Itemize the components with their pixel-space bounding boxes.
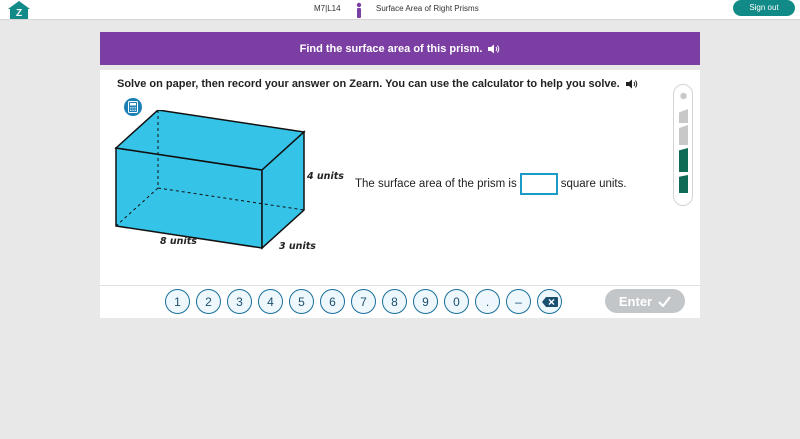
key-0[interactable]: 0 — [444, 289, 469, 314]
speaker-icon[interactable] — [488, 44, 500, 54]
key-decimal[interactable]: . — [475, 289, 500, 314]
enter-label: Enter — [618, 293, 653, 309]
key-9[interactable]: 9 — [413, 289, 438, 314]
sign-out-button[interactable]: Sign out — [733, 0, 795, 16]
number-keypad: 1 2 3 4 5 6 7 8 9 0 . – — [165, 289, 562, 314]
key-3[interactable]: 3 — [227, 289, 252, 314]
meter-segment-empty — [679, 109, 688, 123]
speaker-icon[interactable] — [625, 79, 638, 89]
student-icon — [356, 2, 362, 18]
svg-text:Z: Z — [16, 8, 22, 19]
enter-button[interactable]: Enter — [605, 289, 685, 313]
divider — [100, 285, 700, 286]
depth-label: 3 units — [279, 241, 316, 252]
meter-segment-empty — [679, 125, 688, 145]
backspace-icon — [541, 296, 558, 307]
length-label: 8 units — [160, 236, 197, 247]
key-1[interactable]: 1 — [165, 289, 190, 314]
question-suffix: square units. — [560, 178, 627, 190]
question-sentence: The surface area of the prism is square … — [355, 173, 627, 195]
key-4[interactable]: 4 — [258, 289, 283, 314]
key-6[interactable]: 6 — [320, 289, 345, 314]
height-label: 4 units — [307, 171, 344, 182]
checkmark-icon — [658, 295, 671, 307]
top-bar: Z M7|L14 Surface Area of Right Prisms Si… — [0, 0, 800, 20]
key-2[interactable]: 2 — [196, 289, 221, 314]
banner-title: Find the surface area of this prism. — [299, 42, 483, 55]
zearn-home-icon[interactable]: Z — [6, 0, 32, 20]
key-5[interactable]: 5 — [289, 289, 314, 314]
answer-input[interactable] — [519, 173, 558, 195]
sparkle-icon: ✹ — [678, 91, 689, 103]
rectangular-prism-figure — [114, 110, 306, 250]
meter-segment-filled — [679, 148, 688, 172]
meter-segment-filled — [679, 175, 688, 193]
question-card: Solve on paper, then record your answer … — [100, 70, 700, 318]
key-7[interactable]: 7 — [351, 289, 376, 314]
prompt-banner: Find the surface area of this prism. — [100, 32, 700, 65]
key-minus[interactable]: – — [506, 289, 531, 314]
progress-meter: ✹ — [673, 84, 693, 206]
key-8[interactable]: 8 — [382, 289, 407, 314]
lesson-code: M7|L14 — [314, 4, 341, 13]
instructions: Solve on paper, then record your answer … — [117, 78, 638, 90]
lesson-title: Surface Area of Right Prisms — [376, 4, 479, 13]
question-prefix: The surface area of the prism is — [355, 178, 517, 190]
instructions-text: Solve on paper, then record your answer … — [117, 78, 620, 90]
delete-key[interactable] — [537, 289, 562, 314]
